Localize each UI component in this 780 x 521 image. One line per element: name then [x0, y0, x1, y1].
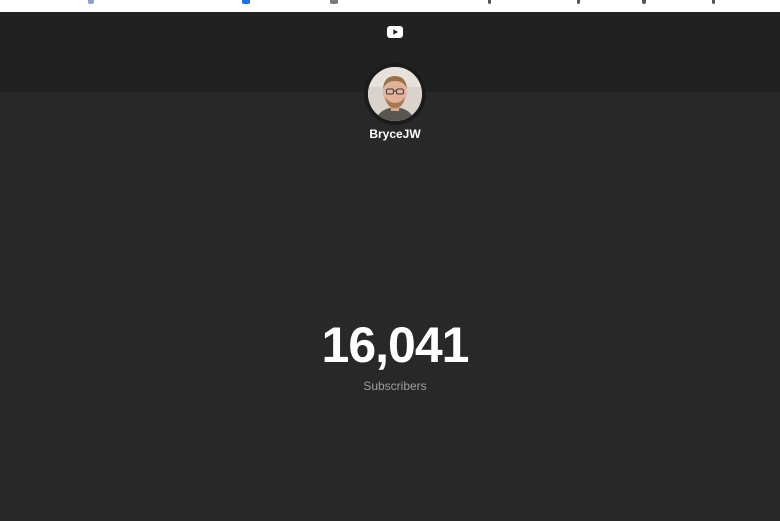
subscriber-label: Subscribers	[363, 379, 427, 393]
bookmark-icon[interactable]	[88, 0, 94, 4]
browser-bookmark-strip	[0, 0, 780, 12]
bookmark-icon[interactable]	[642, 0, 646, 4]
bookmark-icon[interactable]	[577, 0, 580, 4]
avatar-image	[368, 67, 422, 121]
main-content	[0, 92, 780, 521]
bookmark-icon[interactable]	[242, 0, 250, 4]
subscriber-count: 16,041	[321, 317, 470, 373]
bookmark-icon[interactable]	[488, 0, 491, 4]
channel-avatar[interactable]	[368, 67, 422, 121]
bookmark-icon[interactable]	[712, 0, 715, 4]
channel-name[interactable]: BryceJW	[290, 127, 500, 141]
bookmark-icon[interactable]	[330, 0, 338, 4]
youtube-icon[interactable]	[387, 26, 403, 38]
